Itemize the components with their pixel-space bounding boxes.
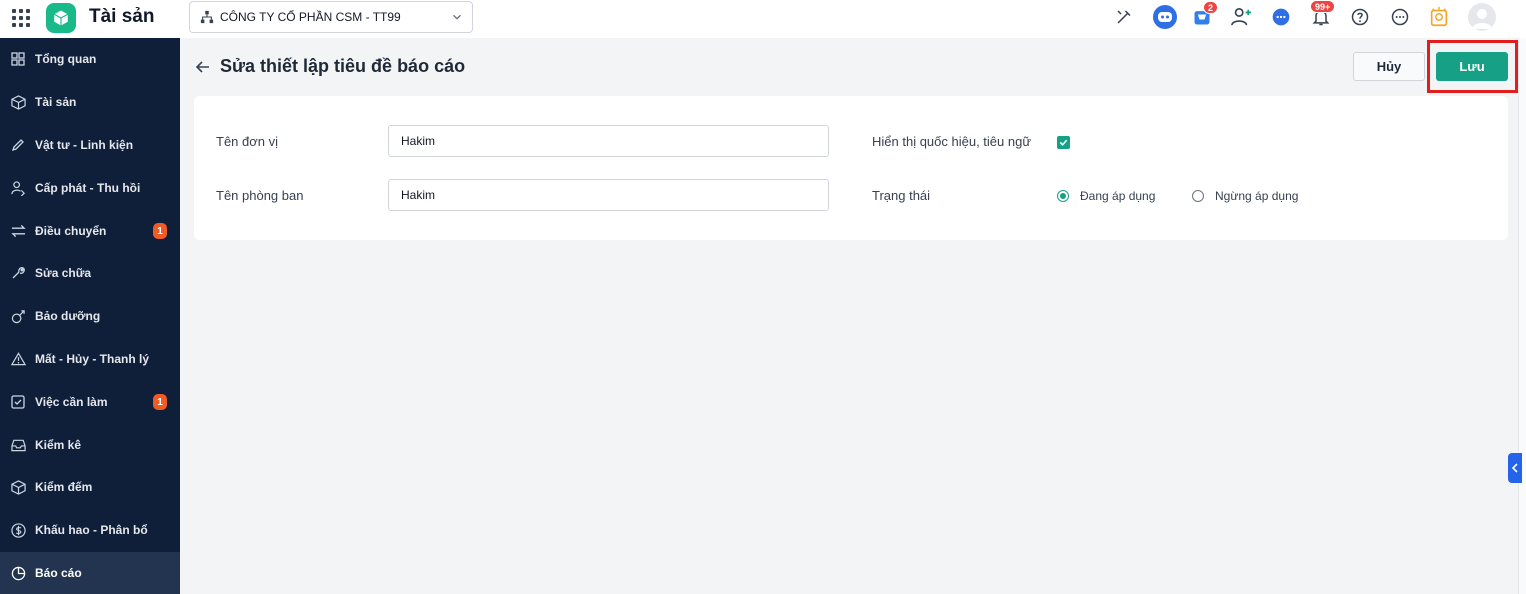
sidebar-item-counting[interactable]: Kiểm đếm	[0, 466, 180, 508]
chevron-down-icon	[453, 14, 461, 20]
unit-name-label: Tên đơn vị	[216, 134, 278, 149]
sidebar-item-maintenance[interactable]: Bảo dưỡng	[0, 295, 180, 337]
sidebar-item-label: Việc cần làm	[35, 395, 108, 409]
avatar[interactable]	[1468, 3, 1496, 31]
sidebar-item-depreciation[interactable]: Khấu hao - Phân bổ	[0, 509, 180, 551]
department-input[interactable]	[388, 179, 829, 211]
sidebar-item-label: Vật tư - Linh kiện	[35, 138, 134, 152]
pen-icon	[10, 137, 26, 153]
wrench-icon	[10, 265, 26, 281]
sidebar-item-label: Khấu hao - Phân bổ	[35, 523, 148, 537]
sidebar-item-overview[interactable]: Tổng quan	[0, 38, 180, 80]
user-transfer-icon	[10, 180, 26, 196]
status-radio-active[interactable]	[1057, 190, 1069, 202]
lightbulb-icon[interactable]	[1428, 6, 1450, 28]
bell-badge: 99+	[1310, 0, 1336, 13]
sidebar-item-label: Sửa chữa	[35, 266, 92, 280]
app-logo	[46, 3, 76, 33]
sidebar-item-label: Kiểm đếm	[35, 480, 93, 494]
sidebar-item-todo[interactable]: Việc cần làm 1	[0, 381, 180, 423]
sidebar-item-repair[interactable]: Sửa chữa	[0, 252, 180, 294]
status-label: Trạng thái	[872, 188, 931, 203]
status-option-active-label: Đang áp dụng	[1080, 189, 1156, 203]
show-motto-checkbox[interactable]	[1057, 136, 1070, 149]
sidebar-item-transfer[interactable]: Điều chuyển 1	[0, 210, 180, 252]
chevron-left-icon	[1511, 463, 1518, 473]
sidebar-item-inventory[interactable]: Kiểm kê	[0, 424, 180, 466]
tools-icon[interactable]	[1113, 6, 1135, 28]
inbox-icon	[10, 437, 26, 453]
show-motto-label: Hiển thị quốc hiệu, tiêu ngữ	[872, 134, 1032, 149]
page-title: Sửa thiết lập tiêu đề báo cáo	[220, 56, 466, 76]
dashboard-icon	[10, 51, 26, 67]
add-user-icon[interactable]	[1230, 6, 1252, 28]
swap-icon	[10, 223, 26, 239]
sidebar-item-label: Cấp phát - Thu hồi	[35, 181, 141, 195]
more-icon[interactable]	[1389, 6, 1411, 28]
maintenance-icon	[10, 308, 26, 324]
transfer-badge: 1	[153, 223, 167, 239]
org-tree-icon	[200, 10, 214, 24]
sidebar-item-disposal[interactable]: Mất - Hủy - Thanh lý	[0, 338, 180, 380]
scrollbar[interactable]	[1518, 38, 1526, 594]
save-button[interactable]: Lưu	[1436, 52, 1508, 81]
app-grid-icon[interactable]	[12, 9, 30, 27]
top-bar: Tài sản CÔNG TY CỔ PHẦN CSM - TT99 2 99+	[0, 0, 1526, 38]
company-select[interactable]: CÔNG TY CỔ PHẦN CSM - TT99	[189, 1, 473, 33]
sidebar-item-label: Tài sản	[35, 95, 77, 109]
sidebar-item-label: Mất - Hủy - Thanh lý	[35, 352, 149, 366]
unit-name-input[interactable]	[388, 125, 829, 157]
company-select-value: CÔNG TY CỔ PHẦN CSM - TT99	[220, 10, 401, 24]
back-arrow-icon[interactable]	[194, 58, 212, 76]
bot-icon[interactable]	[1153, 5, 1177, 29]
sidebar-item-label: Điều chuyển	[35, 224, 107, 238]
sidebar-item-label: Bảo dưỡng	[35, 309, 101, 323]
panel-toggle-button[interactable]	[1508, 453, 1522, 483]
sidebar-item-label: Tổng quan	[35, 52, 97, 66]
sidebar-item-assets[interactable]: Tài sản	[0, 81, 180, 123]
settings-form-card: Tên đơn vị Tên phòng ban Hiển thị quốc h…	[194, 96, 1508, 240]
app-title: Tài sản	[89, 6, 155, 27]
pie-chart-icon	[10, 565, 26, 581]
dollar-icon	[10, 522, 26, 538]
sidebar-item-label: Báo cáo	[35, 566, 82, 580]
sidebar-item-label: Kiểm kê	[35, 438, 82, 452]
sidebar: Tổng quan Tài sản Vật tư - Linh kiện Cấp…	[0, 38, 180, 594]
sidebar-item-materials[interactable]: Vật tư - Linh kiện	[0, 124, 180, 166]
sidebar-item-reports[interactable]: Báo cáo	[0, 552, 180, 594]
cancel-button[interactable]: Hủy	[1353, 52, 1425, 81]
box-count-icon	[10, 479, 26, 495]
status-radio-inactive[interactable]	[1192, 190, 1204, 202]
chat-icon[interactable]	[1270, 6, 1292, 28]
status-option-inactive-label: Ngừng áp dụng	[1215, 189, 1299, 203]
checkbox-icon	[10, 394, 26, 410]
box-icon	[10, 94, 26, 110]
help-icon[interactable]	[1349, 6, 1371, 28]
sidebar-item-allocation[interactable]: Cấp phát - Thu hồi	[0, 167, 180, 209]
warning-icon	[10, 351, 26, 367]
department-label: Tên phòng ban	[216, 188, 304, 203]
todo-badge: 1	[153, 394, 167, 410]
cart-badge: 2	[1203, 1, 1219, 14]
